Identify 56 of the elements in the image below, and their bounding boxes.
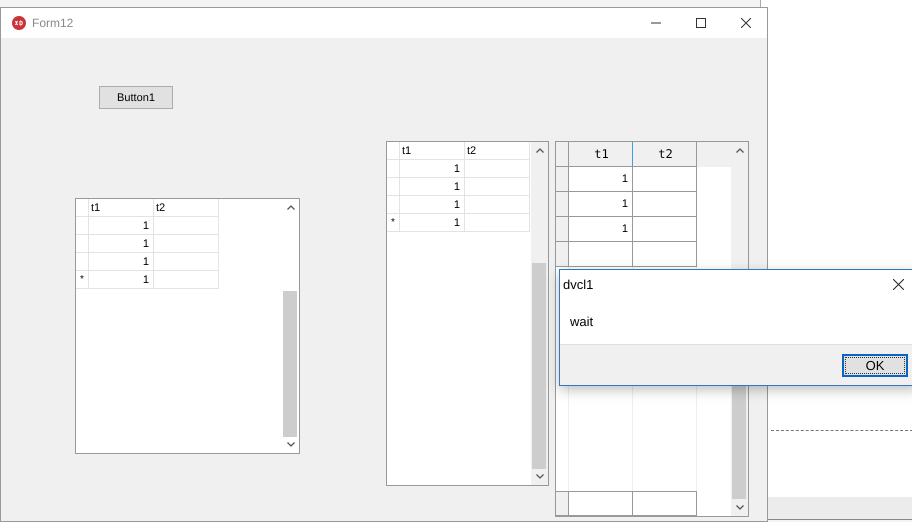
scroll-up-icon[interactable] <box>736 148 744 153</box>
dialog-message: wait <box>570 314 594 328</box>
scroll-down-icon[interactable] <box>536 474 544 479</box>
table-cell: 1 <box>400 214 465 232</box>
column-header[interactable]: t1 <box>89 199 154 217</box>
table-cell <box>465 178 530 196</box>
row-indicator[interactable]: * <box>76 271 89 289</box>
table-cell: 1 <box>400 160 465 178</box>
table-cell: 1 <box>89 253 154 271</box>
column-header[interactable]: t2 <box>465 142 530 160</box>
close-icon[interactable] <box>741 18 751 28</box>
window-title: Form12 <box>32 16 74 30</box>
app-icon <box>12 16 26 30</box>
column-header[interactable]: t1 <box>569 142 633 167</box>
scrollbar-thumb[interactable] <box>283 291 297 437</box>
row-indicator[interactable]: * <box>387 214 400 232</box>
scroll-up-icon[interactable] <box>286 205 294 210</box>
maximize-icon[interactable] <box>696 18 706 28</box>
table-cell: 1 <box>400 178 465 196</box>
table-cell: 1 <box>569 167 633 192</box>
scroll-up-icon[interactable] <box>536 148 544 153</box>
table-cell <box>154 235 219 253</box>
row-indicator[interactable] <box>556 192 569 217</box>
table-cell <box>633 167 697 192</box>
column-header[interactable]: t2 <box>154 199 219 217</box>
table-cell <box>154 253 219 271</box>
close-icon[interactable] <box>893 278 904 290</box>
table-cell <box>154 217 219 235</box>
table-cell <box>154 271 219 289</box>
table-cell <box>633 217 697 242</box>
table-cell: 1 <box>89 235 154 253</box>
vertical-scrollbar[interactable] <box>531 142 548 485</box>
row-indicator[interactable] <box>556 217 569 242</box>
row-indicator[interactable] <box>556 167 569 192</box>
scroll-down-icon[interactable] <box>286 442 294 447</box>
table-cell <box>465 160 530 178</box>
scrollbar-thumb[interactable] <box>532 263 546 469</box>
header-corner <box>76 199 89 217</box>
scroll-down-icon[interactable] <box>736 505 744 510</box>
table-cell <box>633 192 697 217</box>
header-corner <box>387 142 400 160</box>
table-cell <box>465 214 530 232</box>
column-header[interactable]: t2 <box>633 142 697 167</box>
table-cell: 1 <box>89 217 154 235</box>
table-cell: 1 <box>89 271 154 289</box>
table-cell <box>465 196 530 214</box>
table-cell <box>633 242 697 267</box>
dialog-title: dvcl1 <box>563 276 594 292</box>
column-header[interactable]: t1 <box>400 142 465 160</box>
table-cell: 1 <box>569 192 633 217</box>
button1-button[interactable]: Button1 <box>99 86 173 109</box>
table-cell <box>569 242 633 267</box>
ok-button[interactable]: OK <box>842 354 908 376</box>
table-cell: 1 <box>400 196 465 214</box>
row-indicator[interactable] <box>556 242 569 267</box>
table-cell: 1 <box>569 217 633 242</box>
